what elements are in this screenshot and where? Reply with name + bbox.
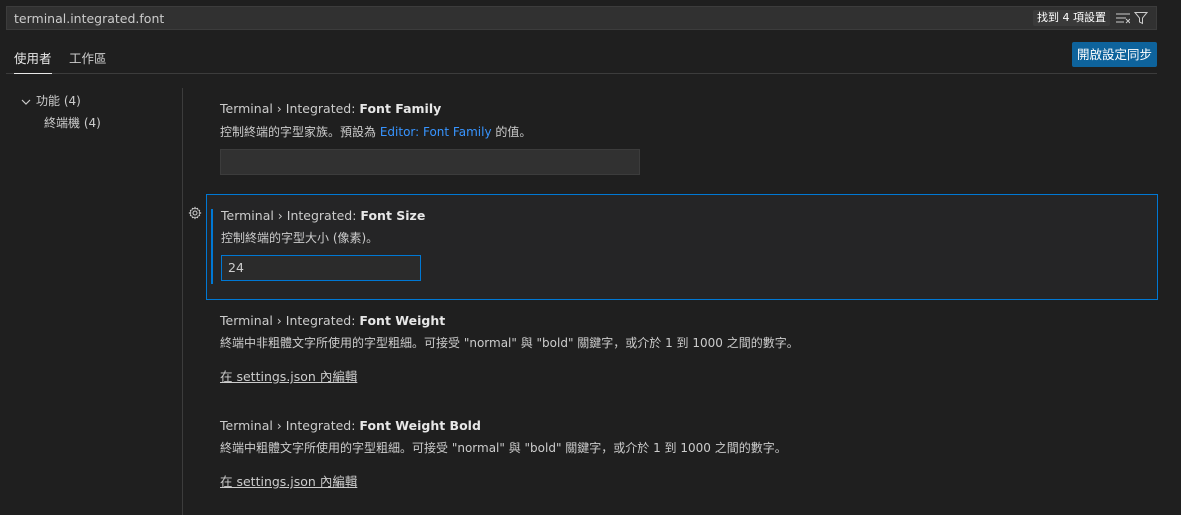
setting-font-weight: Terminal › Integrated: Font Weight 終端中非粗… — [206, 305, 1158, 400]
edit-in-settings-json-link[interactable]: 在 settings.json 內編輯 — [220, 471, 357, 490]
setting-name: Font Weight Bold — [359, 418, 481, 433]
setting-category: Terminal › Integrated: — [221, 208, 361, 223]
search-result-count: 找到 4 項設置 — [1033, 10, 1110, 26]
setting-description: 控制終端的字型家族。預設為 Editor: Font Family 的值。 — [220, 123, 531, 140]
tab-workspace[interactable]: 工作區 — [69, 48, 107, 73]
setting-font-weight-bold: Terminal › Integrated: Font Weight Bold … — [206, 410, 1158, 505]
toc-item-terminal[interactable]: 終端機 (4) — [20, 112, 180, 134]
desc-text: 控制終端的字型家族。預設為 — [220, 125, 380, 139]
setting-font-size: Terminal › Integrated: Font Size 控制終端的字型… — [206, 194, 1158, 300]
setting-name: Font Size — [360, 208, 426, 223]
setting-font-family: Terminal › Integrated: Font Family 控制終端的… — [206, 95, 1158, 190]
focus-indicator — [211, 209, 213, 284]
setting-title: Terminal › Integrated: Font Weight — [220, 313, 445, 328]
editor-font-family-link[interactable]: Editor: Font Family — [380, 125, 492, 139]
toc-divider — [182, 88, 183, 515]
toc-item-terminal-label: 終端機 (4) — [44, 116, 101, 130]
turn-on-settings-sync-button[interactable]: 開啟設定同步 — [1071, 42, 1157, 67]
setting-category: Terminal › Integrated: — [220, 101, 360, 116]
settings-scope-tabs: 使用者 工作區 — [6, 42, 1157, 74]
setting-description: 終端中非粗體文字所使用的字型粗細。可接受 "normal" 與 "bold" 關… — [220, 336, 799, 350]
toc-item-features[interactable]: 功能 (4) — [20, 90, 180, 112]
tab-user[interactable]: 使用者 — [14, 48, 52, 74]
search-input[interactable]: terminal.integrated.font — [14, 11, 164, 26]
edit-in-settings-json-link[interactable]: 在 settings.json 內編輯 — [220, 366, 357, 385]
gear-icon[interactable] — [188, 206, 202, 220]
toc-item-features-label: 功能 (4) — [36, 94, 81, 108]
setting-title: Terminal › Integrated: Font Size — [221, 208, 425, 223]
chevron-down-icon — [21, 99, 31, 105]
setting-name: Font Family — [359, 101, 442, 116]
setting-category: Terminal › Integrated: — [220, 313, 360, 328]
font-family-input[interactable] — [220, 149, 640, 175]
filter-funnel-icon[interactable] — [1134, 11, 1148, 25]
clear-filter-icon[interactable] — [1116, 12, 1130, 24]
settings-toc: 功能 (4) 終端機 (4) — [20, 90, 180, 134]
setting-category: Terminal › Integrated: — [220, 418, 360, 433]
setting-description: 控制終端的字型大小 (像素)。 — [221, 231, 379, 245]
setting-title: Terminal › Integrated: Font Weight Bold — [220, 418, 481, 433]
settings-search-bar[interactable]: terminal.integrated.font 找到 4 項設置 — [6, 6, 1157, 30]
setting-description: 終端中粗體文字所使用的字型粗細。可接受 "normal" 與 "bold" 關鍵… — [220, 441, 787, 455]
setting-title: Terminal › Integrated: Font Family — [220, 101, 441, 116]
font-size-input[interactable]: 24 — [221, 255, 421, 281]
setting-name: Font Weight — [359, 313, 446, 328]
desc-text-end: 的值。 — [491, 125, 532, 139]
